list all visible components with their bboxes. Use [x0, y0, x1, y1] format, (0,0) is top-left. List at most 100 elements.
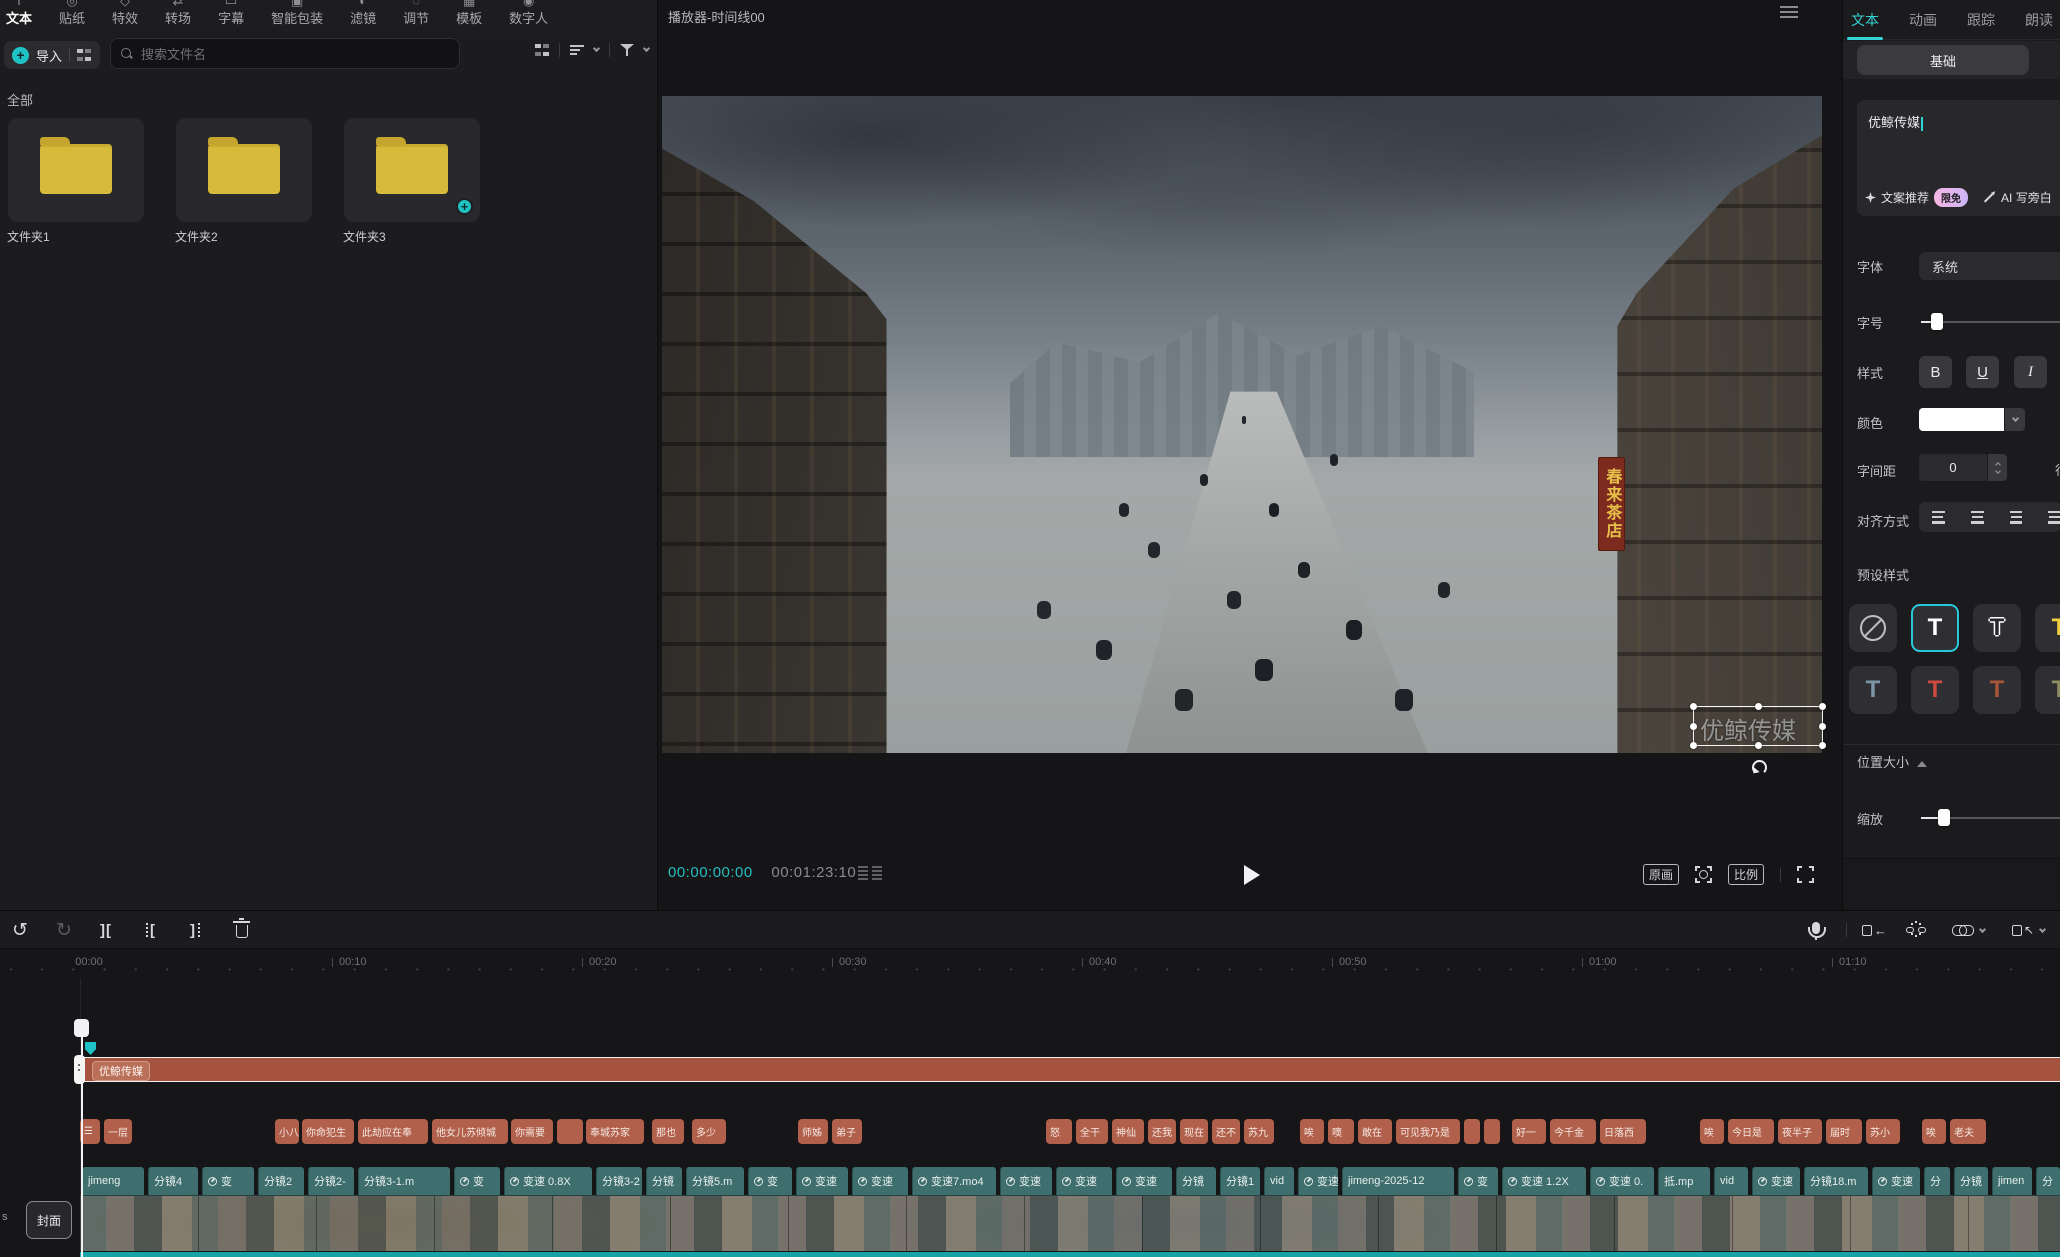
selection-handle[interactable] [1819, 742, 1826, 749]
mirror-icon[interactable] [858, 866, 882, 880]
video-clip[interactable]: jimeng-2025-12 [1342, 1167, 1454, 1195]
text-clip[interactable]: 现在 [1180, 1119, 1208, 1144]
text-clip[interactable]: 届时 [1826, 1119, 1862, 1144]
video-clip[interactable]: 分 [1924, 1167, 1950, 1195]
folder-card[interactable] [8, 118, 144, 222]
slider-knob[interactable] [1931, 313, 1943, 330]
preset-style[interactable]: T [1849, 666, 1897, 714]
text-clip[interactable]: 全干 [1076, 1119, 1108, 1144]
text-clip[interactable]: 还不 [1212, 1119, 1240, 1144]
text-clip[interactable]: 小八 [275, 1119, 299, 1144]
preset-style[interactable]: T [1973, 604, 2021, 652]
video-clip[interactable]: 分镜2 [258, 1167, 304, 1195]
align-center-icon[interactable] [1971, 511, 1984, 524]
text-clip[interactable] [1484, 1119, 1500, 1144]
align-right-icon[interactable] [2010, 511, 2023, 524]
video-clip[interactable]: 变速 [1298, 1167, 1338, 1195]
cover-button[interactable]: 封面 [26, 1201, 72, 1239]
text-clip[interactable]: 那也 [652, 1119, 684, 1144]
link-icon[interactable] [1952, 918, 1985, 942]
selection-handle[interactable] [1690, 742, 1697, 749]
redo-icon[interactable]: ↻ [56, 918, 72, 942]
panel-tab-文本[interactable]: 文本 [1851, 10, 1879, 30]
top-tab-滤镜[interactable]: ◐滤镜 [350, 0, 376, 29]
bold-button[interactable]: B [1919, 356, 1952, 388]
text-clip[interactable]: 他女儿苏倾城 [432, 1119, 508, 1144]
text-content-input[interactable]: 优鲸传媒 文案推荐 限免 AI 写旁白 [1857, 100, 2060, 216]
select-tool-icon[interactable]: ↖ [2012, 918, 2045, 942]
preset-style[interactable]: T [1973, 666, 2021, 714]
video-clip[interactable]: 分镜18.m [1804, 1167, 1868, 1195]
copy-suggest-button[interactable]: 文案推荐 [1881, 189, 1929, 206]
video-clip[interactable]: 分镜 [1176, 1167, 1216, 1195]
ratio-button[interactable]: 比例 [1728, 864, 1764, 885]
preset-style[interactable]: T [1911, 604, 1959, 652]
zoom-fit-icon[interactable] [1695, 866, 1712, 883]
color-swatch[interactable] [1919, 408, 2004, 431]
audio-track-strip[interactable] [80, 1252, 2060, 1257]
player-menu-icon[interactable] [1780, 6, 1798, 18]
video-clip[interactable]: 分镜3-1.m [358, 1167, 450, 1195]
playhead-handle[interactable] [74, 1019, 89, 1037]
video-clip[interactable]: vid [1714, 1167, 1748, 1195]
preset-style[interactable]: T [1911, 666, 1959, 714]
text-clip[interactable]: 今日是 [1728, 1119, 1774, 1144]
folder-card[interactable]: + [344, 118, 480, 222]
material-library-icon[interactable] [77, 49, 91, 61]
text-clip[interactable]: 奉城苏家 [586, 1119, 644, 1144]
text-clip[interactable]: 苏小 [1866, 1119, 1900, 1144]
text-clip[interactable]: 苏九 [1244, 1119, 1274, 1144]
video-clip[interactable]: 变速 [1056, 1167, 1112, 1195]
ai-write-button[interactable]: AI 写旁白 [2001, 189, 2052, 206]
video-clip[interactable]: 分镜1 [1220, 1167, 1260, 1195]
tab-basic[interactable]: 基础 [1857, 45, 2029, 75]
clip-trim-handle[interactable] [74, 1055, 85, 1084]
letter-spacing-input[interactable]: 0 [1919, 454, 1987, 481]
selection-handle[interactable] [1755, 742, 1762, 749]
top-tab-调节[interactable]: ◌调节 [403, 0, 429, 29]
text-clip[interactable]: 噢 [1328, 1119, 1354, 1144]
video-clip[interactable]: 变 [454, 1167, 500, 1195]
video-clip[interactable]: 分镜3-2 [596, 1167, 642, 1195]
video-thumbnail-strip[interactable] [80, 1195, 2060, 1251]
selection-handle[interactable] [1819, 723, 1826, 730]
underline-button[interactable]: U [1966, 356, 1999, 388]
video-clip[interactable]: jimeng [82, 1167, 144, 1195]
top-tab-模板[interactable]: ▦模板 [456, 0, 482, 29]
text-clip[interactable]: 神仙 [1112, 1119, 1144, 1144]
scale-slider[interactable] [1921, 817, 2060, 819]
split-right-icon[interactable]: ] [190, 918, 202, 942]
text-clip[interactable] [557, 1119, 583, 1144]
top-tab-智能包装[interactable]: ▣智能包装 [271, 0, 323, 29]
text-clip[interactable]: 弟子 [832, 1119, 862, 1144]
video-clip[interactable]: 变速 [796, 1167, 848, 1195]
text-clip[interactable]: 好一 [1512, 1119, 1546, 1144]
watermark-text[interactable]: 优鲸传媒 [1700, 711, 1796, 746]
selection-handle[interactable] [1755, 703, 1762, 710]
preset-none[interactable] [1849, 604, 1897, 652]
panel-tab-动画[interactable]: 动画 [1909, 10, 1937, 30]
letter-spacing-stepper[interactable] [1988, 454, 2007, 481]
rotate-handle-icon[interactable] [1752, 760, 1767, 775]
delete-icon[interactable] [236, 918, 248, 942]
video-clip[interactable]: 变速 [1752, 1167, 1800, 1195]
slider-knob[interactable] [1938, 809, 1950, 826]
video-clip[interactable]: 变速 [1872, 1167, 1920, 1195]
video-clip[interactable]: 分镜 [1954, 1167, 1988, 1195]
text-clip[interactable]: 怒 [1046, 1119, 1072, 1144]
video-clip[interactable]: 分镜4 [148, 1167, 198, 1195]
panel-tab-跟踪[interactable]: 跟踪 [1967, 10, 1995, 30]
video-clip[interactable]: jimen [1992, 1167, 2032, 1195]
video-clip[interactable]: 分镜5.m [686, 1167, 744, 1195]
text-clip[interactable]: 日落西 [1600, 1119, 1646, 1144]
timeline-ruler[interactable]: 00:0000:1000:2000:3000:4000:5001:0001:10 [0, 949, 2060, 979]
play-button[interactable] [1237, 862, 1263, 888]
search-input[interactable]: 搜索文件名 [110, 38, 460, 69]
video-clip[interactable]: vid [1264, 1167, 1294, 1195]
preset-style[interactable]: T [2035, 666, 2060, 714]
top-tab-特效[interactable]: ◇特效 [112, 0, 138, 29]
align-justify-icon[interactable] [2048, 511, 2060, 524]
collapse-icon[interactable] [1917, 761, 1927, 767]
video-clip[interactable]: 分镜 [646, 1167, 682, 1195]
text-clip[interactable]: 多少 [692, 1119, 726, 1144]
